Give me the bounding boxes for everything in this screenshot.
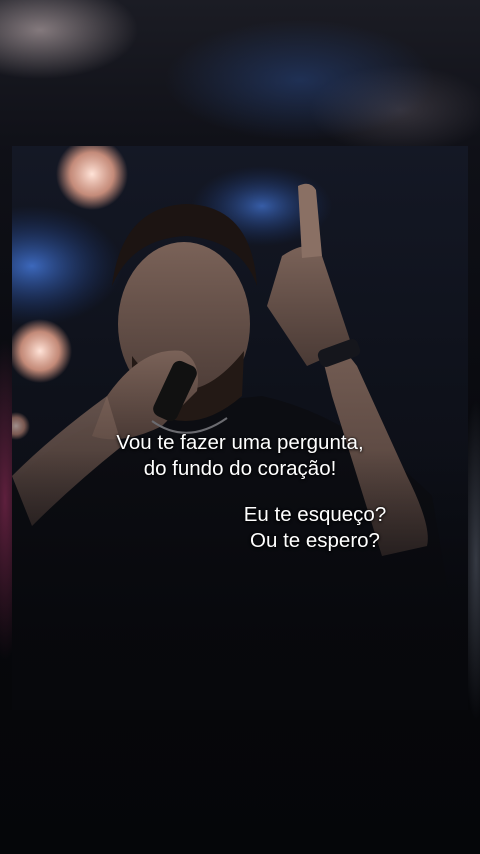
singer-photo [12,146,468,710]
lyrics-caption-top: Vou te fazer uma pergunta, do fundo do c… [0,430,480,482]
caption-line-4: Ou te espero? [250,529,380,552]
caption-line-3: Eu te esqueço? [243,503,387,526]
caption-line-2: do fundo do coração! [143,457,337,480]
photo-bottom-fade [12,450,468,710]
lyrics-caption-bottom: Eu te esqueço? Ou te espero? [150,502,480,554]
caption-line-1: Vou te fazer uma pergunta, [116,431,364,454]
